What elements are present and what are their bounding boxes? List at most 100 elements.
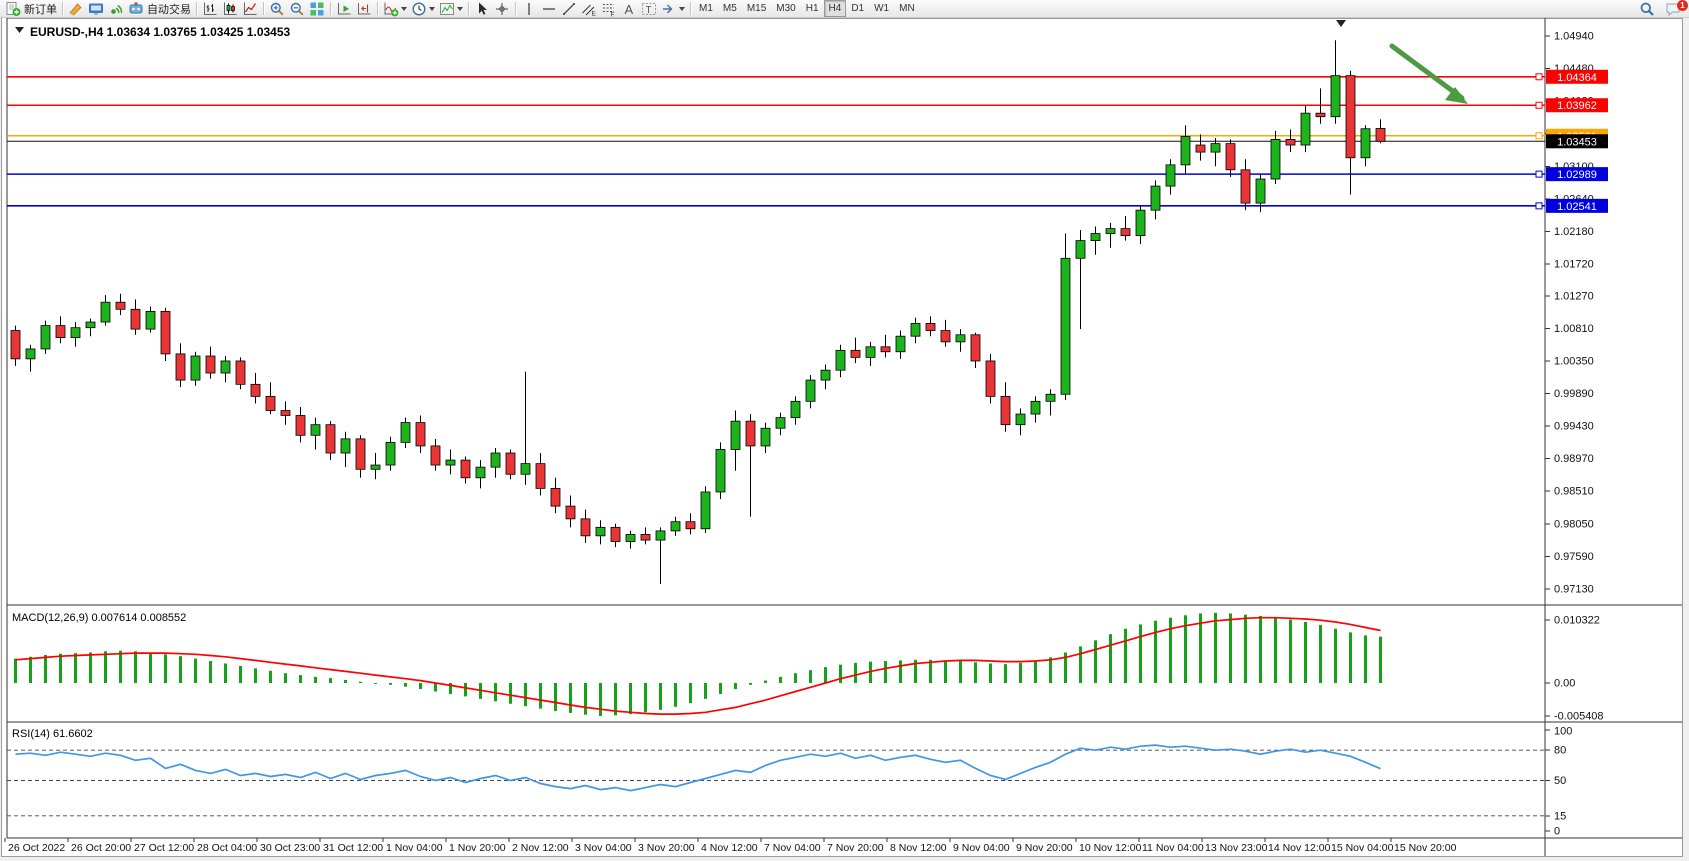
bar-chart-icon bbox=[202, 1, 218, 17]
candle-body bbox=[371, 465, 380, 469]
candle-body bbox=[731, 421, 740, 449]
time-tick-label: 27 Oct 12:00 bbox=[134, 842, 194, 854]
styler-button[interactable] bbox=[66, 1, 86, 17]
price-tick-label: 0.99430 bbox=[1554, 421, 1594, 433]
periods-button[interactable] bbox=[409, 1, 437, 17]
macd-histogram-bar bbox=[269, 671, 272, 683]
macd-histogram-bar bbox=[464, 683, 467, 696]
timeframe-m15-button[interactable]: M15 bbox=[742, 0, 771, 17]
timeframe-d1-button[interactable]: D1 bbox=[846, 0, 869, 17]
indicators-list-button[interactable] bbox=[381, 1, 409, 17]
macd-histogram-bar bbox=[554, 683, 557, 711]
toolbar-separator bbox=[330, 2, 331, 15]
price-tick-label: 1.04940 bbox=[1554, 31, 1594, 43]
candlestick-mode-button[interactable] bbox=[220, 1, 240, 17]
equidistant-channel-tool-button[interactable]: E bbox=[579, 1, 599, 17]
macd-histogram-bar bbox=[704, 683, 707, 699]
macd-histogram-bar bbox=[854, 663, 857, 683]
new-order-button[interactable]: 新订单 bbox=[3, 1, 59, 17]
macd-histogram-bar bbox=[1304, 622, 1307, 683]
macd-histogram-bar bbox=[1094, 640, 1097, 683]
macd-histogram-bar bbox=[989, 663, 992, 683]
time-tick-label: 7 Nov 04:00 bbox=[764, 842, 821, 854]
tile-windows-button[interactable] bbox=[307, 1, 327, 17]
timeframe-m30-button[interactable]: M30 bbox=[771, 0, 800, 17]
template-icon bbox=[439, 1, 455, 17]
macd-histogram-bar bbox=[179, 656, 182, 683]
macd-histogram-bar bbox=[764, 681, 767, 683]
text-label-tool-button[interactable]: T bbox=[639, 1, 659, 17]
auto-scroll-button[interactable] bbox=[334, 1, 354, 17]
auto-trading-button[interactable]: 自动交易 bbox=[126, 1, 193, 17]
chart-canvas[interactable]: 1.049401.044801.040201.035601.031001.026… bbox=[0, 17, 1689, 861]
toolbar-right: 1 bbox=[1637, 0, 1683, 17]
macd-histogram-bar bbox=[239, 666, 242, 683]
time-tick-label: 8 Nov 12:00 bbox=[890, 842, 947, 854]
candle-body bbox=[551, 488, 560, 506]
chart-shift-button[interactable] bbox=[354, 1, 374, 17]
bar-chart-mode-button[interactable] bbox=[200, 1, 220, 17]
horizontal-line-tool-button[interactable] bbox=[539, 1, 559, 17]
svg-text:F: F bbox=[611, 11, 615, 17]
trendline-tool-button[interactable] bbox=[559, 1, 579, 17]
cursor-button[interactable] bbox=[472, 1, 492, 17]
candle-body bbox=[251, 384, 260, 396]
crosshair-button[interactable] bbox=[492, 1, 512, 17]
zoom-in-button[interactable] bbox=[267, 1, 287, 17]
search-button[interactable] bbox=[1637, 1, 1657, 17]
candle-body bbox=[1376, 128, 1385, 141]
community-button[interactable] bbox=[86, 1, 106, 17]
candle-body bbox=[1256, 179, 1265, 203]
timeframe-m1-button[interactable]: M1 bbox=[694, 0, 718, 17]
timeframe-h1-button[interactable]: H1 bbox=[801, 0, 824, 17]
channel-icon: E bbox=[581, 1, 597, 17]
candle-body bbox=[716, 449, 725, 491]
candle-body bbox=[1316, 113, 1325, 117]
time-tick-label: 3 Nov 20:00 bbox=[638, 842, 695, 854]
time-tick-label: 9 Nov 04:00 bbox=[953, 842, 1010, 854]
arrows-tool-button[interactable] bbox=[659, 1, 687, 17]
vertical-line-tool-button[interactable] bbox=[519, 1, 539, 17]
zoom-in-icon bbox=[269, 1, 285, 17]
timeframe-mn-button[interactable]: MN bbox=[894, 0, 920, 17]
timeframe-w1-button[interactable]: W1 bbox=[869, 0, 894, 17]
timeframe-h4-button[interactable]: H4 bbox=[824, 0, 847, 17]
chat-button[interactable]: 1 bbox=[1663, 1, 1683, 17]
candle-body bbox=[1271, 139, 1280, 179]
macd-histogram-bar bbox=[434, 683, 437, 692]
line-chart-mode-button[interactable] bbox=[240, 1, 260, 17]
community-icon bbox=[88, 1, 104, 17]
zoom-out-button[interactable] bbox=[287, 1, 307, 17]
chevron-down-icon[interactable] bbox=[401, 7, 407, 11]
fibonacci-tool-button[interactable]: F bbox=[599, 1, 619, 17]
candle-body bbox=[1181, 137, 1190, 165]
new-order-label: 新订单 bbox=[24, 1, 57, 17]
text-tool-button[interactable]: A bbox=[619, 1, 639, 17]
candle-body bbox=[401, 423, 410, 443]
toolbar-separator bbox=[62, 2, 63, 15]
chevron-down-icon[interactable] bbox=[429, 7, 435, 11]
candle-body bbox=[1226, 144, 1235, 170]
candle-body bbox=[986, 361, 995, 396]
macd-histogram-bar bbox=[584, 683, 587, 715]
macd-histogram-bar bbox=[1109, 634, 1112, 683]
candle-body bbox=[896, 336, 905, 352]
templates-button[interactable] bbox=[437, 1, 465, 17]
chevron-down-icon[interactable] bbox=[457, 7, 463, 11]
timeframe-m5-button[interactable]: M5 bbox=[718, 0, 742, 17]
candle-body bbox=[326, 425, 335, 453]
macd-histogram-bar bbox=[344, 680, 347, 683]
macd-histogram-bar bbox=[644, 683, 647, 712]
candle-body bbox=[1166, 165, 1175, 186]
candle-body bbox=[596, 527, 605, 535]
price-tick-label: 0.98970 bbox=[1554, 453, 1594, 465]
candle-body bbox=[626, 534, 635, 541]
chevron-down-icon[interactable] bbox=[679, 7, 685, 11]
candle-body bbox=[836, 350, 845, 370]
candlestick-icon bbox=[222, 1, 238, 17]
candle-body bbox=[1346, 76, 1355, 158]
signals-button[interactable] bbox=[106, 1, 126, 17]
macd-histogram-bar bbox=[1259, 616, 1262, 683]
auto-trading-label: 自动交易 bbox=[147, 1, 191, 17]
mt4-terminal: { "toolbar": { "groups": [ {"items":[{"i… bbox=[0, 0, 1689, 861]
